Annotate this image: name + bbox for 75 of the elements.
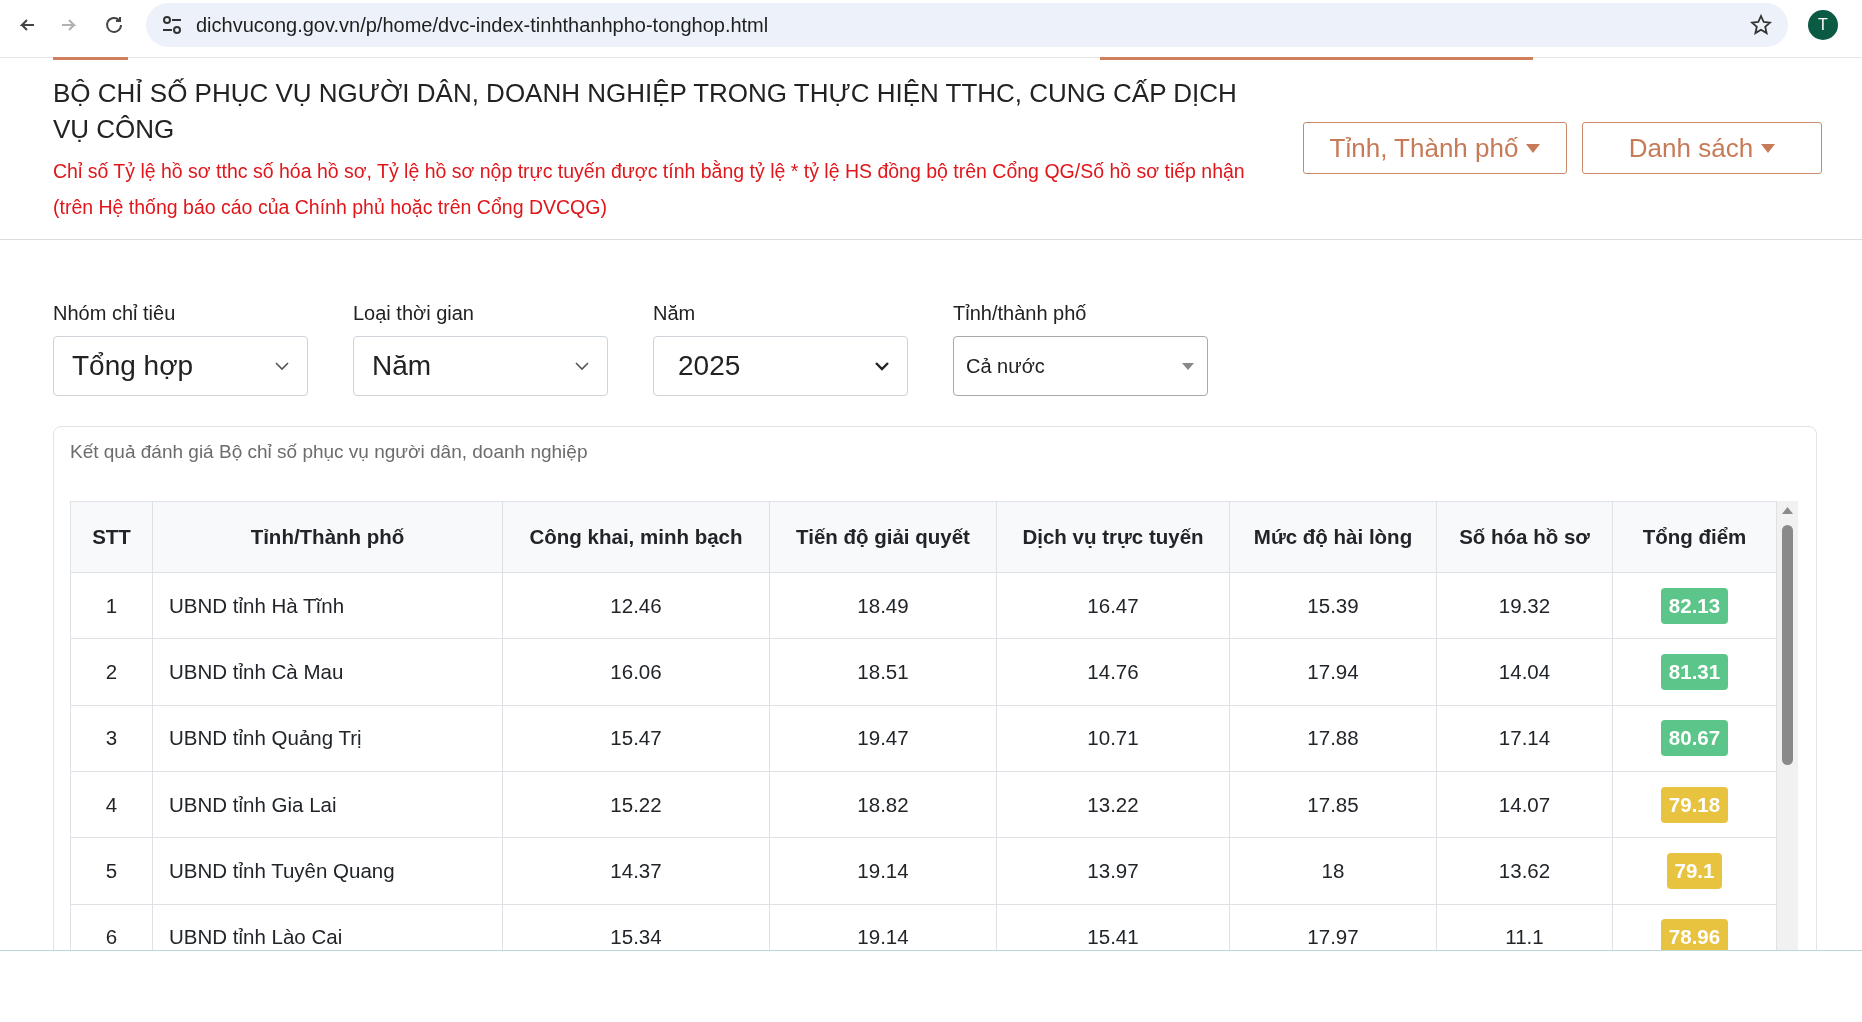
table-cell: 18.49 xyxy=(769,572,997,639)
table-cell: UBND tỉnh Hà Tĩnh xyxy=(152,572,503,639)
select-field[interactable]: Tổng hợp xyxy=(53,336,308,396)
score-badge: 79.1 xyxy=(1666,852,1723,889)
table-cell: 17.88 xyxy=(1229,705,1437,772)
table-cell: 13.62 xyxy=(1436,837,1613,905)
table-cell: UBND tỉnh Quảng Trị xyxy=(152,705,503,772)
table-cell: 19.47 xyxy=(769,705,997,772)
table-cell: 3 xyxy=(70,705,153,772)
table-cell: 6 xyxy=(70,904,153,950)
table-cell: 14.07 xyxy=(1436,771,1613,838)
table-cell: 5 xyxy=(70,837,153,905)
table-cell: 17.14 xyxy=(1436,705,1613,772)
reload-icon xyxy=(103,14,125,36)
table-cell: UBND tỉnh Cà Mau xyxy=(152,638,503,706)
scroll-up-arrow-icon[interactable] xyxy=(1782,507,1793,514)
table-cell: UBND tỉnh Tuyên Quang xyxy=(152,837,503,905)
table-cell: 2 xyxy=(70,638,153,706)
table-cell: 15.39 xyxy=(1229,572,1437,639)
table-cell: 14.37 xyxy=(502,837,770,905)
card-caption: Kết quả đánh giá Bộ chỉ số phục vụ người dân, doanh nghiệp xyxy=(70,441,589,463)
table-cell: 19.32 xyxy=(1436,572,1613,639)
select-field[interactable]: 2025 xyxy=(653,336,908,396)
column-header: Dịch vụ trực tuyến xyxy=(996,501,1230,573)
profile-avatar[interactable]: T xyxy=(1808,10,1838,40)
caret-icon xyxy=(1181,361,1195,371)
scrollbar[interactable] xyxy=(1777,501,1798,950)
table-cell: 15.22 xyxy=(502,771,770,838)
table-cell: 13.22 xyxy=(996,771,1230,838)
table-cell: 15.47 xyxy=(502,705,770,772)
column-header: Tiến độ giải quyết xyxy=(769,501,997,573)
score-badge: 78.96 xyxy=(1660,919,1729,950)
filter-label: Tỉnh/thành phố xyxy=(953,302,1088,325)
caret-icon xyxy=(1761,143,1776,153)
score-badge: 79.18 xyxy=(1660,786,1729,823)
table-cell: 17.94 xyxy=(1229,638,1437,706)
table-cell: 18.51 xyxy=(769,638,997,706)
table-cell: 16.06 xyxy=(502,638,770,706)
column-header: STT xyxy=(70,501,153,573)
star-icon[interactable] xyxy=(1750,14,1772,36)
table-cell: 17.85 xyxy=(1229,771,1437,838)
column-header: Tổng điểm xyxy=(1612,501,1777,573)
filter-label: Năm xyxy=(653,302,697,325)
table-cell: 18 xyxy=(1229,837,1437,905)
score-badge: 81.31 xyxy=(1660,654,1729,690)
score-badge: 82.13 xyxy=(1660,587,1729,624)
chevron-icon xyxy=(275,361,289,371)
table-cell: 19.14 xyxy=(769,837,997,905)
column-header: Công khai, minh bạch xyxy=(502,501,770,573)
table-cell: UBND tỉnh Gia Lai xyxy=(152,771,503,838)
table-cell: 14.76 xyxy=(996,638,1230,706)
table-cell: 18.82 xyxy=(769,771,997,838)
table-cell: 1 xyxy=(70,572,153,639)
chevron-icon xyxy=(875,361,889,371)
chevron-icon xyxy=(575,361,589,371)
address-bar[interactable]: dichvucong.gov.vn/p/home/dvc-index-tinhthanhpho-tonghop.html xyxy=(146,3,1788,47)
table-cell: 13.97 xyxy=(996,837,1230,905)
column-header: Tỉnh/Thành phố xyxy=(152,501,503,573)
table-cell: 12.46 xyxy=(502,572,770,639)
column-header: Mức độ hài lòng xyxy=(1229,501,1437,573)
score-badge: 80.67 xyxy=(1660,720,1729,757)
site-settings-icon[interactable] xyxy=(162,16,182,34)
table-cell: 14.04 xyxy=(1436,638,1613,706)
url-text: dichvucong.gov.vn/p/home/dvc-index-tinhthanhpho-tonghop.html xyxy=(196,13,770,37)
table-cell: 10.71 xyxy=(996,705,1230,772)
filter-label: Loại thời gian xyxy=(353,302,475,325)
caret-icon xyxy=(1526,143,1541,153)
select-field[interactable]: Năm xyxy=(353,336,608,396)
column-header: Số hóa hồ sơ xyxy=(1436,501,1613,573)
filter-label: Nhóm chỉ tiêu xyxy=(53,302,177,325)
page-title: BỘ CHỈ SỐ PHỤC VỤ NGƯỜI DÂN, DOANH NGHIỆP TRONG THỰC HIỆN TTHC, CUNG CẤP DỊCH VỤ CÔNG xyxy=(53,77,1238,146)
table-cell: 4 xyxy=(70,771,153,838)
table-cell: 16.47 xyxy=(996,572,1230,639)
note-text: Chỉ số Tỷ lệ hồ sơ tthc số hóa hồ sơ, Tỷ lệ hồ sơ nộp trực tuyến được tính bằng tỷ lệ * tỷ lệ HS đồng bộ trên Cổng QG/Số hồ sơ tiếp nhận (trên Hệ thống báo cáo của Chính phủ hoặc trên Cổng DVCQG) xyxy=(53,159,1246,220)
select-field[interactable]: Cả nước xyxy=(953,336,1208,396)
